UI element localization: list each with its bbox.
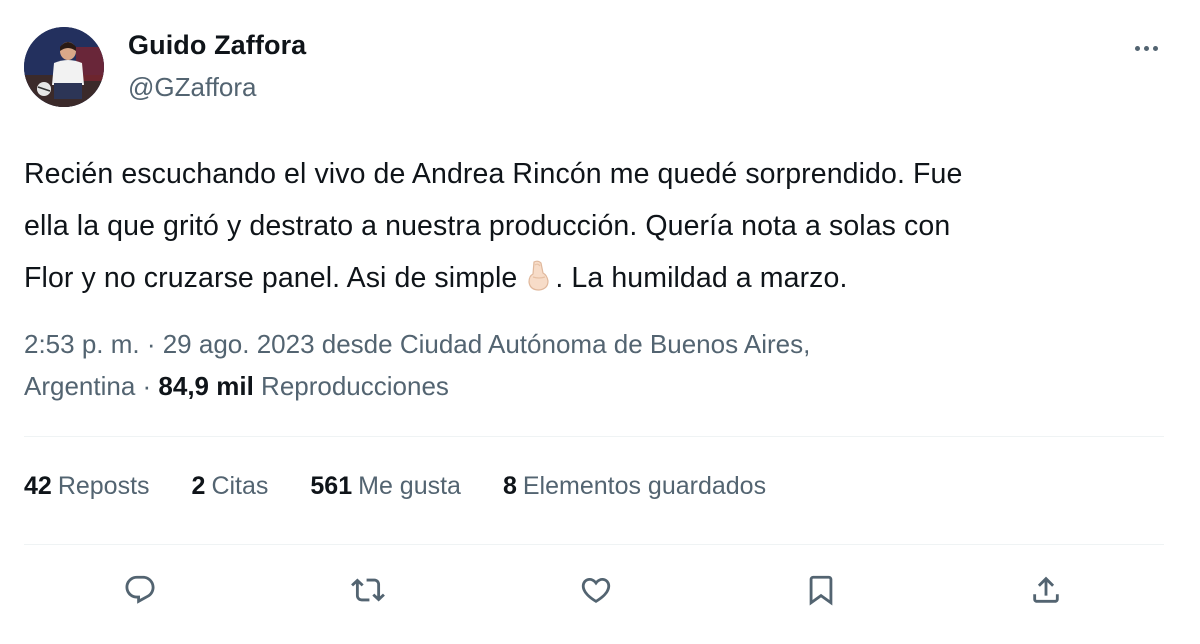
repost-icon <box>351 578 385 602</box>
quotes-stat[interactable]: 2 Citas <box>192 472 269 501</box>
heart-icon <box>581 577 611 603</box>
bookmark-button[interactable] <box>799 568 843 612</box>
author-handle[interactable]: @GZaffora <box>128 72 257 103</box>
reply-icon <box>125 575 155 604</box>
repost-button[interactable] <box>346 568 390 612</box>
more-horizontal-icon <box>1134 45 1140 51</box>
avatar[interactable] <box>24 27 104 107</box>
tweet-text-segment: . La humildad a marzo. <box>555 262 848 294</box>
more-horizontal-icon-dot <box>1143 45 1149 51</box>
views-count[interactable]: 84,9 mil <box>158 371 253 401</box>
bookmark-icon <box>809 575 833 606</box>
engagement-stats: 42 Reposts 2 Citas 561 Me gusta 8 Elemen… <box>24 472 766 501</box>
quotes-count: 2 <box>191 472 206 500</box>
bookmarks-count: 8 <box>502 472 517 500</box>
tweet-card: Guido Zaffora @GZaffora Recién escuchand… <box>0 0 1200 644</box>
likes-count: 561 <box>310 472 353 500</box>
tweet-text-line: Recién escuchando el vivo de Andrea Rinc… <box>24 158 963 190</box>
reposts-stat[interactable]: 42 Reposts <box>24 472 150 501</box>
reply-button[interactable] <box>118 568 162 612</box>
reposts-label: Reposts <box>57 472 150 500</box>
tweet-text-line: ella la que gritó y destrato a nuestra p… <box>24 210 951 242</box>
tweet-text-segment: Flor y no cruzarse panel. Asi de simple <box>24 262 518 294</box>
action-bar <box>0 568 1200 618</box>
share-button[interactable] <box>1024 568 1068 612</box>
tweet-text: Recién escuchando el vivo de Andrea Rinc… <box>24 148 1174 304</box>
tweet-metadata: 2:53 p. m. · 29 ago. 2023 desde Ciudad A… <box>24 323 810 407</box>
likes-label: Me gusta <box>358 472 461 500</box>
location-country: Argentina · <box>24 371 159 401</box>
quotes-label: Citas <box>211 472 269 500</box>
bookmarks-label: Elementos guardados <box>522 472 767 500</box>
bookmarks-stat[interactable]: 8 Elementos guardados <box>503 472 766 501</box>
avatar-image <box>24 27 104 107</box>
share-icon <box>1033 576 1059 603</box>
likes-stat[interactable]: 561 Me gusta <box>310 472 461 501</box>
divider <box>24 436 1164 437</box>
author-display-name[interactable]: Guido Zaffora <box>128 30 306 61</box>
tweet-text-line: Flor y no cruzarse panel. Asi de simple … <box>24 252 1174 304</box>
more-horizontal-icon-dot <box>1152 45 1158 51</box>
views-label[interactable]: Reproducciones <box>254 371 449 401</box>
timestamp-location[interactable]: 2:53 p. m. · 29 ago. 2023 desde Ciudad A… <box>24 323 810 365</box>
divider <box>24 544 1164 545</box>
more-options-button[interactable] <box>1126 34 1166 62</box>
views-line: Argentina · 84,9 mil Reproducciones <box>24 365 810 407</box>
pinched-fingers-emoji <box>523 256 553 308</box>
like-button[interactable] <box>574 568 618 612</box>
reposts-count: 42 <box>24 472 52 500</box>
